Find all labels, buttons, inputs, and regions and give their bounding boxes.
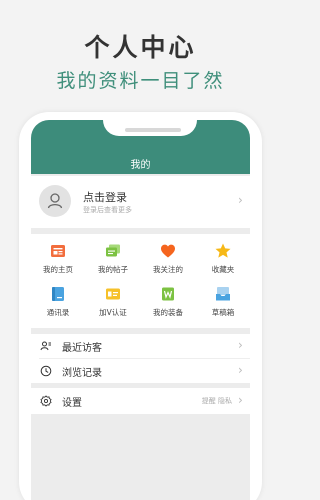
clock-icon	[40, 365, 52, 377]
login-subtitle: 登录后查看更多	[83, 206, 132, 214]
homepage-icon	[51, 245, 65, 257]
login-title: 点击登录	[83, 191, 127, 204]
speaker-grille	[125, 128, 181, 132]
grid-item-label: 加V认证	[99, 308, 127, 317]
grid-item-equipment[interactable]: 我的装备	[141, 285, 195, 318]
verify-icon	[106, 288, 120, 300]
grid-item-posts[interactable]: 我的帖子	[86, 242, 140, 275]
grid-item-label: 通讯录	[46, 308, 70, 317]
chevron-right-icon: ›	[238, 363, 243, 377]
promo-subtitle: 我的资料一目了然	[56, 70, 225, 92]
menu-group-activity: 最近访客 › 浏览记录 ›	[31, 334, 250, 383]
menu-item-label: 浏览记录	[62, 368, 102, 379]
contacts-icon	[52, 287, 64, 301]
equipment-icon	[162, 287, 174, 301]
settings-hint: 提醒 隐私	[201, 397, 232, 405]
promo-title: 个人中心	[84, 33, 197, 62]
chevron-right-icon: ›	[238, 393, 243, 407]
grid-item-label: 我关注的	[153, 265, 183, 274]
gear-icon	[40, 395, 52, 407]
phone-screen: 我的 点击登录 登录后查看更多 › 我的主页 我的帖子 我关注的 收藏夹 通讯录…	[31, 120, 250, 500]
star-icon	[215, 243, 231, 258]
menu-item-history[interactable]: 浏览记录 ›	[31, 359, 250, 383]
grid-item-label: 收藏夹	[211, 265, 235, 274]
feature-grid: 我的主页 我的帖子 我关注的 收藏夹 通讯录 加V认证 我的装备 草稿箱	[31, 234, 250, 328]
grid-item-label: 我的主页	[43, 265, 73, 274]
login-card[interactable]: 点击登录 登录后查看更多 ›	[31, 176, 250, 228]
avatar[interactable]	[39, 185, 71, 217]
grid-item-homepage[interactable]: 我的主页	[31, 242, 85, 275]
drafts-icon	[216, 287, 230, 301]
menu-item-label: 最近访客	[62, 343, 102, 354]
menu-item-label: 设置	[62, 398, 82, 409]
heart-icon	[161, 244, 175, 258]
menu-group-settings: 设置 提醒 隐私 ›	[31, 388, 250, 414]
user-icon	[47, 193, 63, 209]
grid-item-drafts[interactable]: 草稿箱	[196, 285, 250, 318]
visitors-icon	[40, 341, 51, 351]
page-title: 我的	[130, 160, 151, 171]
posts-icon	[106, 244, 120, 257]
grid-item-following[interactable]: 我关注的	[141, 242, 195, 275]
menu-item-recent-visitors[interactable]: 最近访客 ›	[31, 334, 250, 358]
grid-item-favorites[interactable]: 收藏夹	[196, 242, 250, 275]
grid-item-label: 我的装备	[153, 308, 183, 317]
grid-item-verify[interactable]: 加V认证	[86, 285, 140, 318]
grid-item-label: 我的帖子	[98, 265, 128, 274]
header-bar: 我的	[31, 120, 250, 174]
grid-item-label: 草稿箱	[211, 308, 235, 317]
chevron-right-icon: ›	[238, 338, 243, 352]
chevron-right-icon: ›	[238, 193, 243, 207]
menu-item-settings[interactable]: 设置 提醒 隐私 ›	[31, 389, 250, 413]
grid-item-contacts[interactable]: 通讯录	[31, 285, 85, 318]
